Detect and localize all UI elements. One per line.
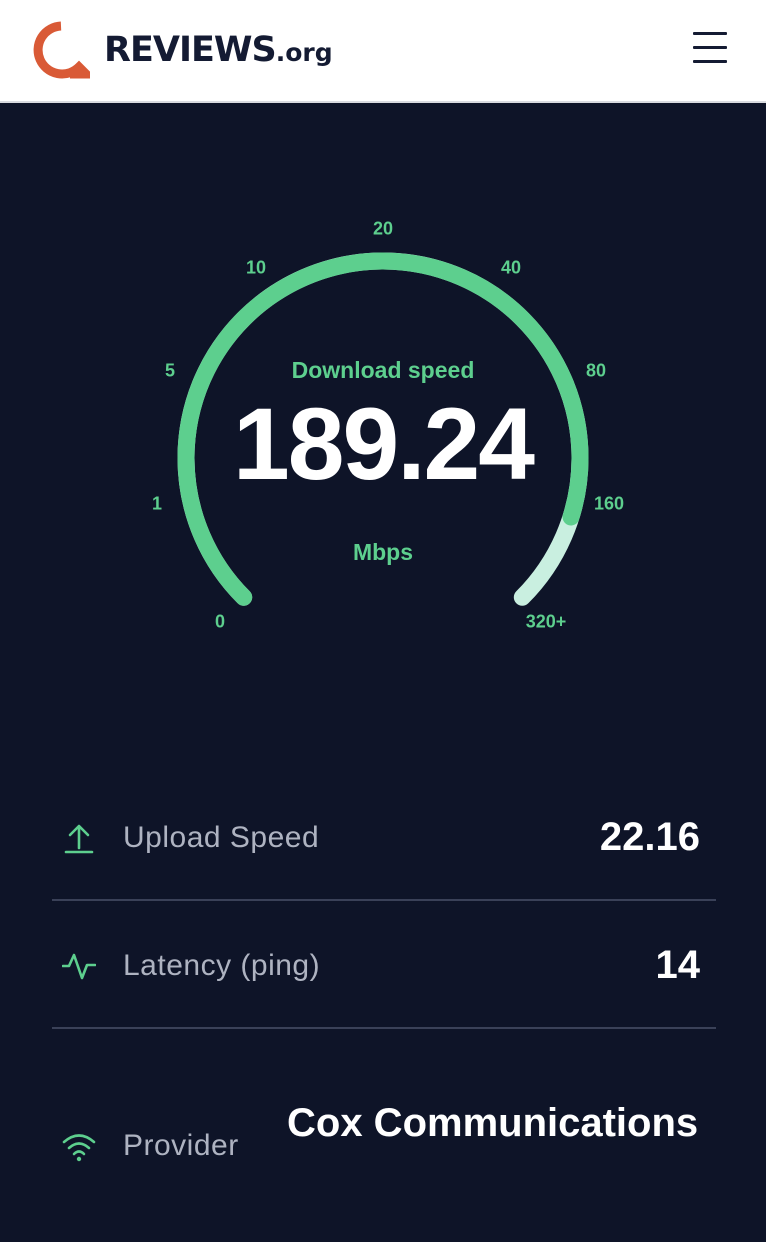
- tick-label: 10: [245, 257, 267, 278]
- upload-label: Upload Speed: [123, 821, 320, 854]
- upload-icon: [64, 824, 94, 854]
- tick-label: 0: [214, 611, 226, 632]
- tick-label: 320+: [525, 611, 567, 632]
- tick-label: 80: [585, 360, 607, 381]
- tick-label: 1: [151, 493, 163, 514]
- tick-label: 5: [164, 360, 176, 381]
- hamburger-menu-icon[interactable]: [690, 30, 730, 66]
- latency-value: 14: [655, 943, 701, 987]
- provider-value: Cox Communications: [287, 1101, 699, 1145]
- tick-label: 40: [500, 257, 522, 278]
- download-speed-value: 189.24: [233, 387, 535, 501]
- reviews-logo[interactable]: REVIEWS.org: [32, 20, 333, 80]
- upload-value: 22.16: [599, 815, 700, 859]
- provider-row: Provider Cox Communications: [52, 1029, 716, 1229]
- provider-label: Provider: [123, 1129, 239, 1162]
- tick-label: 160: [593, 493, 625, 514]
- logo-wordmark: REVIEWS.org: [104, 30, 333, 70]
- site-header: REVIEWS.org: [0, 0, 766, 103]
- gauge-unit: Mbps: [352, 539, 414, 565]
- upload-row: Upload Speed 22.16: [52, 773, 716, 901]
- speed-gauge: 0 1 5 10 20 40 80 160 320+ Download spee…: [0, 103, 766, 703]
- wifi-icon: [62, 1134, 96, 1162]
- latency-row: Latency (ping) 14: [52, 901, 716, 1029]
- tick-label: 20: [372, 218, 394, 239]
- logo-icon: [33, 21, 90, 79]
- stats-list: Upload Speed 22.16 Latency (ping) 14 Pro…: [52, 773, 716, 1229]
- pulse-icon: [62, 953, 96, 980]
- gauge-title: Download speed: [291, 357, 475, 383]
- latency-label: Latency (ping): [123, 949, 321, 982]
